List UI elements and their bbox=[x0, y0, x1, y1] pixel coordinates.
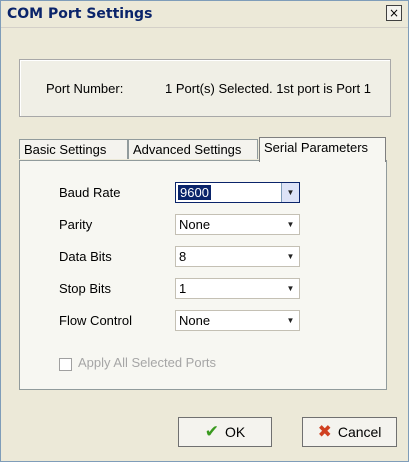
port-number-value: 1 Port(s) Selected. 1st port is Port 1 bbox=[165, 81, 371, 96]
data-bits-select[interactable]: 8 ▼ bbox=[175, 246, 300, 267]
data-bits-label: Data Bits bbox=[59, 249, 112, 264]
cancel-button[interactable]: ✖ Cancel bbox=[302, 417, 397, 447]
parity-label: Parity bbox=[59, 217, 93, 232]
stop-bits-select[interactable]: 1 ▼ bbox=[175, 278, 300, 299]
apply-all-label: Apply All Selected Ports bbox=[78, 355, 217, 370]
baud-rate-value: 9600 bbox=[178, 185, 211, 200]
port-number-group: Port Number: 1 Port(s) Selected. 1st por… bbox=[19, 59, 391, 117]
stop-bits-label: Stop Bits bbox=[59, 281, 112, 296]
chevron-down-icon[interactable]: ▼ bbox=[281, 183, 299, 202]
dialog-title: COM Port Settings bbox=[7, 6, 153, 22]
tab-advanced-settings[interactable]: Advanced Settings bbox=[128, 139, 258, 159]
tab-basic-settings[interactable]: Basic Settings bbox=[19, 139, 128, 159]
chevron-down-icon[interactable]: ▼ bbox=[282, 311, 299, 330]
x-icon: ✖ bbox=[317, 422, 332, 442]
checkmark-icon: ✔ bbox=[204, 422, 219, 442]
ok-button[interactable]: ✔ OK bbox=[178, 417, 272, 447]
flow-control-select[interactable]: None ▼ bbox=[175, 310, 300, 331]
apply-all-checkbox[interactable] bbox=[59, 358, 72, 371]
com-port-settings-dialog: COM Port Settings × Port Number: 1 Port(… bbox=[0, 0, 409, 462]
stop-bits-value: 1 bbox=[179, 281, 187, 296]
chevron-down-icon[interactable]: ▼ bbox=[282, 247, 299, 266]
cancel-label: Cancel bbox=[337, 424, 382, 440]
tab-strip: Basic Settings Advanced Settings Serial … bbox=[19, 137, 391, 162]
close-button[interactable]: × bbox=[386, 5, 402, 21]
chevron-down-icon[interactable]: ▼ bbox=[282, 279, 299, 298]
flow-control-value: None bbox=[179, 313, 211, 328]
port-number-label: Port Number: bbox=[46, 81, 124, 96]
baud-rate-label: Baud Rate bbox=[59, 185, 121, 200]
parity-select[interactable]: None ▼ bbox=[175, 214, 300, 235]
title-bar: COM Port Settings × bbox=[1, 1, 408, 28]
ok-label: OK bbox=[225, 424, 246, 440]
tab-serial-parameters[interactable]: Serial Parameters bbox=[259, 137, 386, 162]
parity-value: None bbox=[179, 217, 211, 232]
baud-rate-select[interactable]: 9600 ▼ bbox=[175, 182, 300, 203]
chevron-down-icon[interactable]: ▼ bbox=[282, 215, 299, 234]
data-bits-value: 8 bbox=[179, 249, 187, 264]
flow-control-label: Flow Control bbox=[59, 313, 132, 328]
close-icon: × bbox=[388, 6, 400, 20]
